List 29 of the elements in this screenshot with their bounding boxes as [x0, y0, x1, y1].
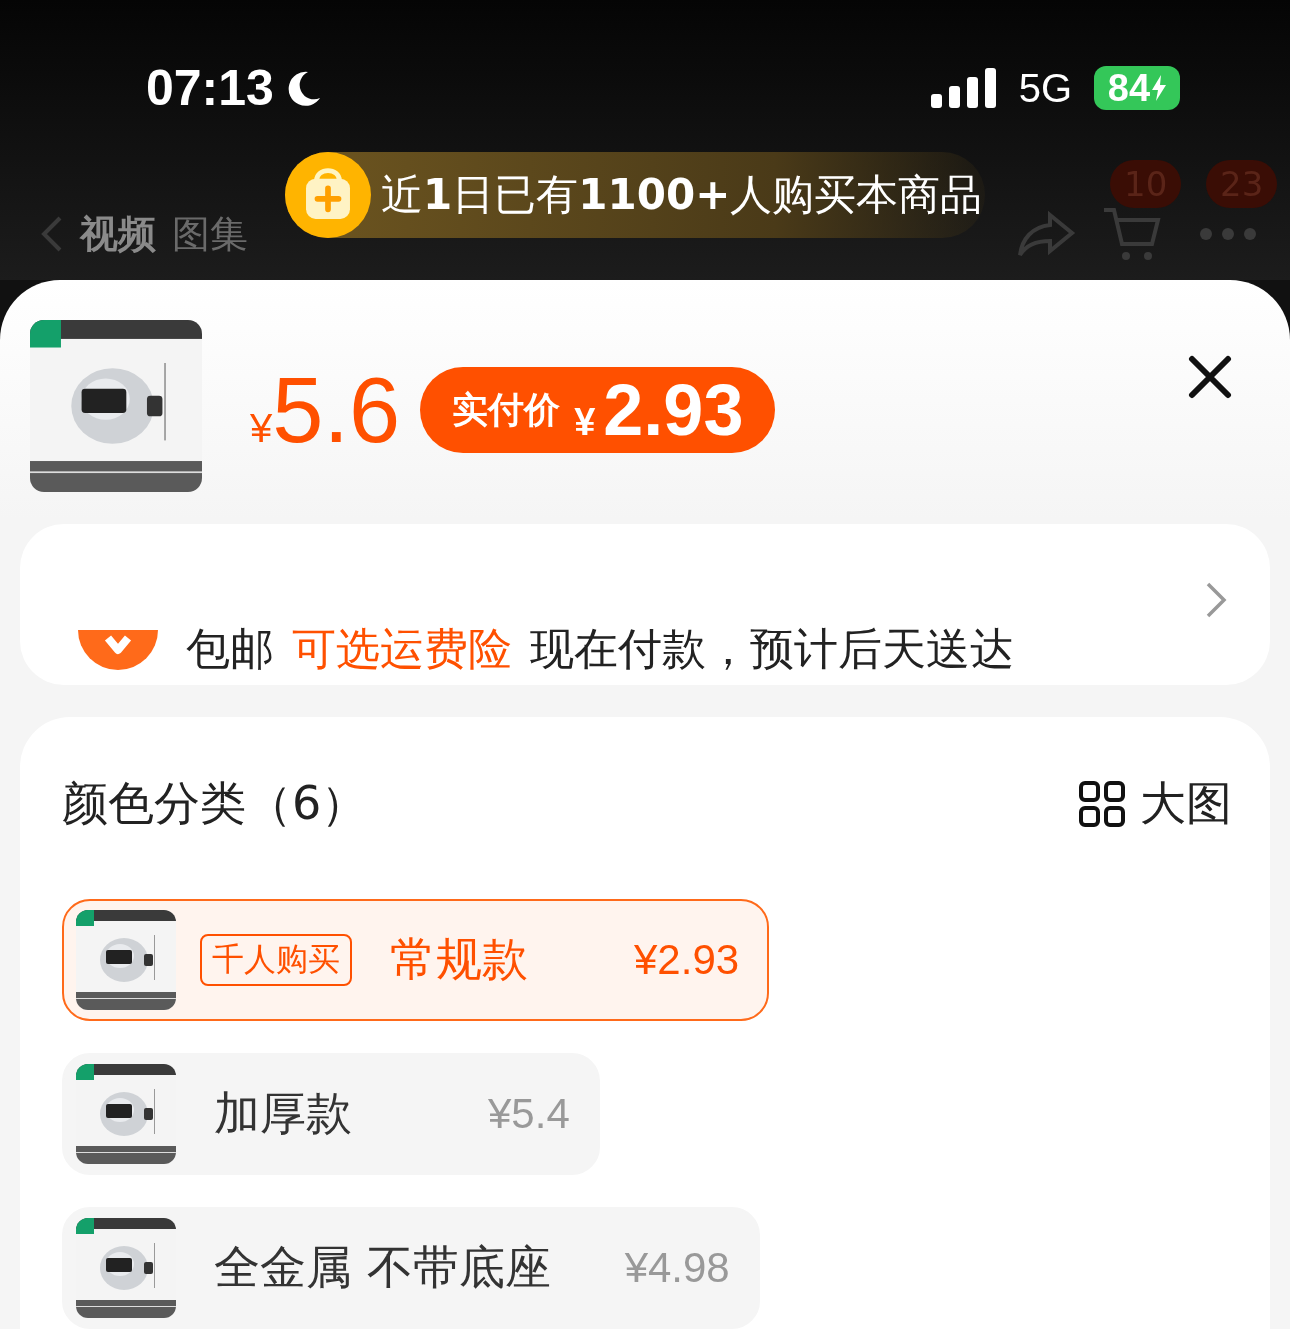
- battery-icon: 84: [1094, 66, 1180, 110]
- delivery-card[interactable]: 包邮 可选运费险 现在付款，预计后天送达: [20, 524, 1270, 685]
- variant-option[interactable]: 全金属 不带底座 ¥4.98: [62, 1207, 760, 1329]
- shopping-bag-icon: [285, 152, 371, 238]
- network-label: 5G: [1018, 65, 1072, 111]
- signal-icon: [930, 68, 997, 108]
- clock-time: 07:13: [146, 59, 274, 117]
- delivery-estimate: 现在付款，预计后天送达: [530, 622, 1014, 676]
- large-image-toggle[interactable]: 大图: [1078, 773, 1232, 835]
- final-price: ¥2.93: [574, 369, 744, 451]
- original-price: ¥5.6: [250, 364, 401, 456]
- variant-option[interactable]: 加厚款 ¥5.4: [62, 1053, 600, 1175]
- share-icon[interactable]: [1016, 209, 1076, 259]
- banner-text: 近1日已有1100+人购买本商品: [381, 169, 983, 221]
- nav-tab[interactable]: 视频: [80, 208, 156, 260]
- variant-name: 全金属 不带底座: [214, 1239, 551, 1296]
- grid-icon: [1078, 780, 1126, 828]
- close-button[interactable]: [1188, 355, 1232, 399]
- variant-price: ¥2.93: [634, 936, 740, 984]
- variant-price: ¥5.4: [488, 1090, 570, 1138]
- more-icon[interactable]: [1198, 226, 1258, 242]
- free-shipping-label: 包邮: [186, 622, 274, 676]
- final-price-label: 实付价: [452, 387, 561, 432]
- variant-name: 加厚款: [214, 1085, 353, 1142]
- back-icon[interactable]: [40, 214, 64, 254]
- section-title: 颜色分类（6）: [62, 775, 368, 832]
- popularity-tag: 千人购买: [200, 934, 352, 986]
- variant-price: ¥4.98: [624, 1244, 730, 1292]
- variant-name: 常规款: [390, 931, 529, 988]
